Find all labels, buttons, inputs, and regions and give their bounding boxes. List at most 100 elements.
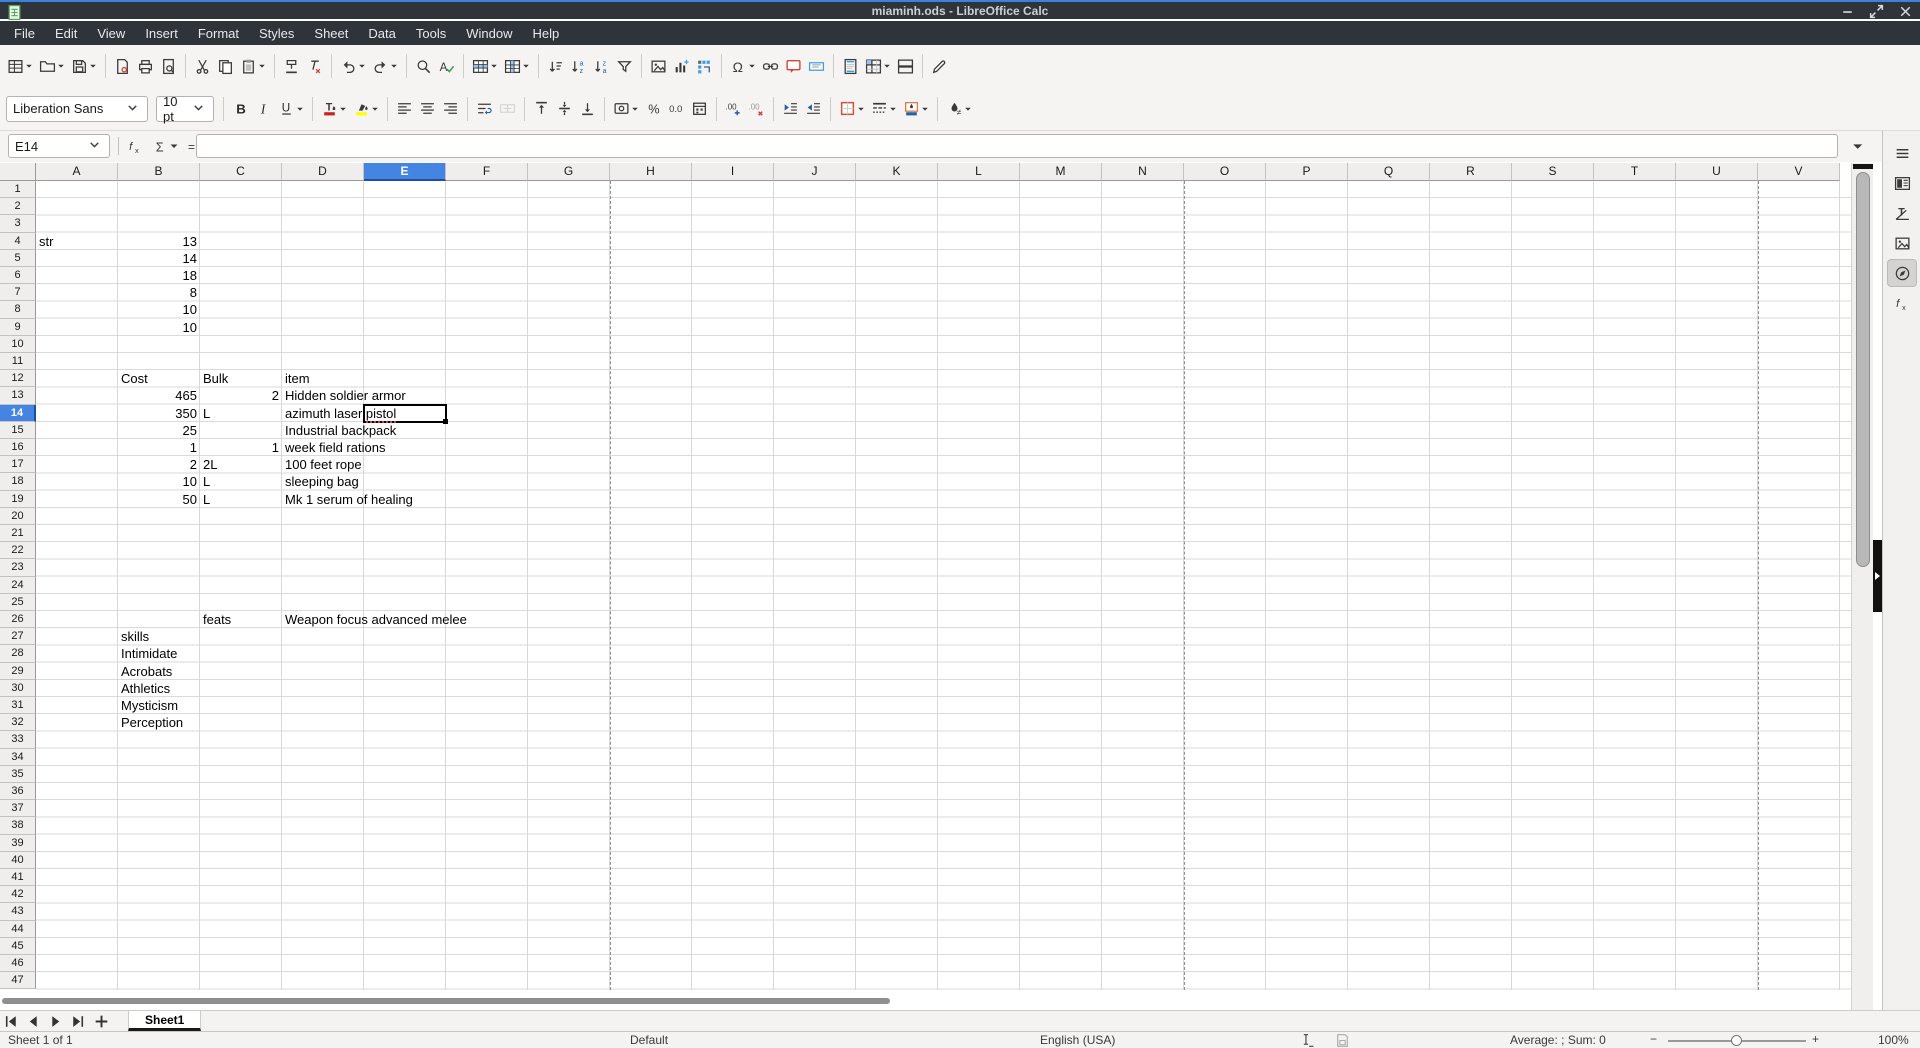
align-left-icon[interactable]: [393, 95, 416, 123]
format-date-icon[interactable]: [688, 95, 711, 123]
cell-B13[interactable]: 465: [118, 387, 197, 404]
freeze-panes-icon[interactable]: [862, 52, 894, 80]
name-box[interactable]: E14: [8, 134, 110, 158]
column-header-V[interactable]: V: [1758, 163, 1840, 181]
zoom-out-icon[interactable]: −: [1650, 1032, 1657, 1046]
sidebar-styles-icon[interactable]: T: [1887, 199, 1917, 227]
row-header-35[interactable]: 35: [0, 766, 36, 783]
redo-icon[interactable]: [369, 52, 401, 80]
close-button[interactable]: [1897, 3, 1914, 20]
column-header-M[interactable]: M: [1020, 163, 1102, 181]
cell-B4[interactable]: 13: [118, 233, 197, 250]
row-header-34[interactable]: 34: [0, 749, 36, 766]
dropdown-arrow-icon[interactable]: [883, 62, 891, 70]
headers-footers-icon[interactable]: [839, 52, 862, 80]
row-header-40[interactable]: 40: [0, 852, 36, 869]
formula-input-line[interactable]: [196, 134, 1838, 158]
dropdown-arrow-icon[interactable]: [522, 62, 530, 70]
row-header-9[interactable]: 9: [0, 319, 36, 336]
insert-column-icon[interactable]: [501, 52, 533, 80]
row-header-41[interactable]: 41: [0, 869, 36, 886]
vertical-scrollbar[interactable]: [1851, 163, 1873, 1010]
center-vertically-icon[interactable]: [553, 95, 576, 123]
dropdown-arrow-icon[interactable]: [371, 105, 379, 113]
insert-image-icon[interactable]: [647, 52, 670, 80]
row-header-29[interactable]: 29: [0, 663, 36, 680]
row-header-15[interactable]: 15: [0, 422, 36, 439]
dropdown-arrow-icon[interactable]: [89, 62, 97, 70]
sort-icon[interactable]: [544, 52, 567, 80]
minimize-button[interactable]: [1839, 3, 1856, 20]
dropdown-arrow-icon[interactable]: [25, 62, 33, 70]
sort-ascending-icon[interactable]: az: [567, 52, 590, 80]
border-style-icon[interactable]: [868, 95, 900, 123]
cell-D19[interactable]: Mk 1 serum of healing: [285, 491, 413, 508]
undo-icon[interactable]: [337, 52, 369, 80]
horizontal-scrollbar-thumb[interactable]: [2, 998, 890, 1004]
dropdown-arrow-icon[interactable]: [857, 105, 865, 113]
cell-B6[interactable]: 18: [118, 267, 197, 284]
menu-sheet[interactable]: Sheet: [304, 23, 358, 44]
row-header-26[interactable]: 26: [0, 611, 36, 628]
cell-C19[interactable]: L: [203, 491, 210, 508]
insert-chart-icon[interactable]: [670, 52, 693, 80]
cell-B14[interactable]: 350: [118, 405, 197, 422]
cell-B30[interactable]: Athletics: [121, 680, 170, 697]
align-bottom-icon[interactable]: [576, 95, 599, 123]
row-header-14[interactable]: 14: [0, 405, 36, 422]
row-header-45[interactable]: 45: [0, 938, 36, 955]
dropdown-arrow-icon[interactable]: [631, 105, 639, 113]
clone-formatting-icon[interactable]: [280, 52, 303, 80]
dropdown-arrow-icon[interactable]: [258, 62, 266, 70]
column-header-H[interactable]: H: [610, 163, 692, 181]
row-header-22[interactable]: 22: [0, 542, 36, 559]
cell-C13[interactable]: 2: [200, 387, 279, 404]
show-draw-functions-icon[interactable]: [928, 52, 951, 80]
column-header-R[interactable]: R: [1430, 163, 1512, 181]
font-name-combo[interactable]: Liberation Sans: [6, 96, 148, 122]
row-header-12[interactable]: 12: [0, 370, 36, 387]
highlighting-color-icon[interactable]: [350, 95, 382, 123]
column-header-K[interactable]: K: [856, 163, 938, 181]
menu-data[interactable]: Data: [358, 23, 405, 44]
menu-format[interactable]: Format: [188, 23, 249, 44]
cell-A4[interactable]: str: [39, 233, 53, 250]
dropdown-arrow-icon[interactable]: [296, 105, 304, 113]
column-header-U[interactable]: U: [1676, 163, 1758, 181]
row-header-21[interactable]: 21: [0, 525, 36, 542]
column-header-B[interactable]: B: [118, 163, 200, 181]
row-header-13[interactable]: 13: [0, 387, 36, 404]
split-window-icon[interactable]: [894, 52, 917, 80]
underline-icon[interactable]: U: [275, 95, 307, 123]
special-character-icon[interactable]: Ω: [727, 52, 759, 80]
selection-fill-handle[interactable]: [443, 419, 448, 424]
menu-window[interactable]: Window: [456, 23, 522, 44]
grid-cells[interactable]: str13141881010CostBulkitem4652Hidden sol…: [36, 181, 1851, 990]
row-header-7[interactable]: 7: [0, 284, 36, 301]
cell-C17[interactable]: 2L: [203, 456, 217, 473]
font-color-icon[interactable]: T: [318, 95, 350, 123]
sidebar-sidebar-settings-icon[interactable]: [1887, 139, 1917, 167]
print-preview-icon[interactable]: [157, 52, 180, 80]
row-header-42[interactable]: 42: [0, 886, 36, 903]
row-header-4[interactable]: 4: [0, 233, 36, 250]
column-header-E[interactable]: E: [364, 163, 446, 181]
menu-file[interactable]: File: [4, 23, 45, 44]
row-header-11[interactable]: 11: [0, 353, 36, 370]
dropdown-arrow-icon[interactable]: [390, 62, 398, 70]
align-right-icon[interactable]: [439, 95, 462, 123]
column-header-A[interactable]: A: [36, 163, 118, 181]
previous-sheet-button[interactable]: [22, 1011, 44, 1031]
row-header-36[interactable]: 36: [0, 783, 36, 800]
sheet-tab-sheet1[interactable]: Sheet1: [128, 1011, 201, 1031]
insert-pivot-table-icon[interactable]: [693, 52, 716, 80]
row-header-3[interactable]: 3: [0, 215, 36, 232]
sidebar-hide-show-toggle[interactable]: [1873, 540, 1882, 612]
row-header-6[interactable]: 6: [0, 267, 36, 284]
cell-D17[interactable]: 100 feet rope: [285, 456, 362, 473]
menu-view[interactable]: View: [87, 23, 135, 44]
autofilter-icon[interactable]: [613, 52, 636, 80]
function-wizard-icon[interactable]: fx: [124, 135, 146, 157]
cell-B27[interactable]: skills: [121, 628, 149, 645]
row-header-44[interactable]: 44: [0, 921, 36, 938]
